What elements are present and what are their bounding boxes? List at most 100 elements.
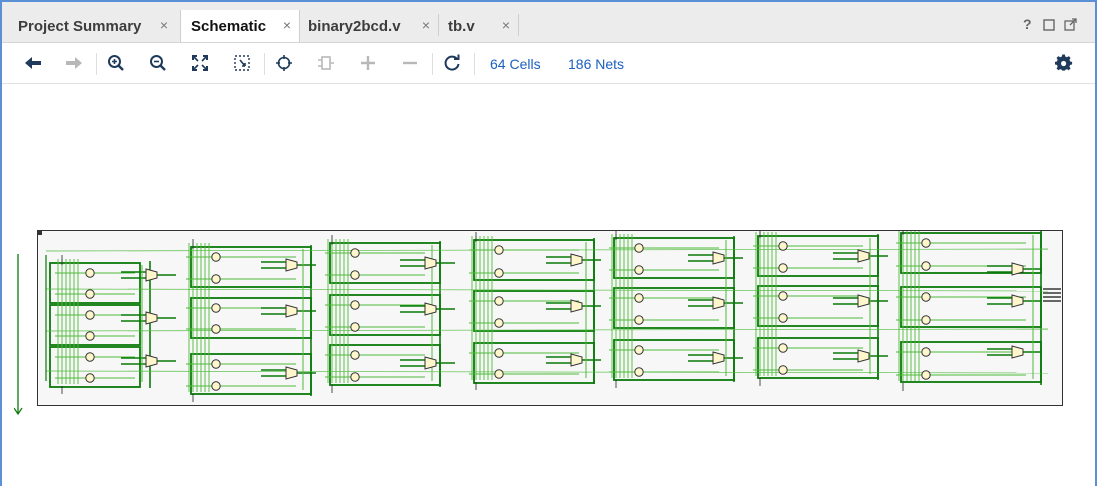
mux-cell	[145, 311, 158, 325]
inverter-cell	[350, 372, 360, 382]
inverter-cell	[85, 310, 95, 320]
inverter-cell	[211, 252, 221, 262]
inverter-cell	[350, 350, 360, 360]
close-icon[interactable]: ×	[422, 17, 430, 33]
inverter-cell	[634, 315, 644, 325]
tab-label: Schematic	[191, 17, 267, 35]
external-port-wire	[14, 254, 23, 416]
zoom-out-icon[interactable]	[147, 51, 169, 75]
inverter-cell	[85, 268, 95, 278]
toolbar-divider	[474, 53, 475, 75]
restore-icon[interactable]	[1043, 18, 1055, 34]
inverter-cell	[778, 343, 788, 353]
close-icon[interactable]: ×	[502, 17, 510, 33]
port-marker	[38, 231, 42, 235]
inverter-cell	[634, 293, 644, 303]
net-wire	[329, 242, 441, 284]
inverter-cell	[778, 313, 788, 323]
toolbar-divider	[96, 53, 97, 75]
mux-cell	[712, 251, 725, 265]
help-icon[interactable]: ?	[1023, 16, 1032, 32]
expand-icon[interactable]	[357, 51, 379, 75]
mux-cell	[145, 354, 158, 368]
zoom-area-icon[interactable]	[231, 51, 253, 75]
inverter-cell	[494, 318, 504, 328]
inverter-cell	[350, 322, 360, 332]
mux-cell	[424, 256, 437, 270]
tab-divider	[518, 14, 519, 36]
inverter-cell	[211, 303, 221, 313]
close-icon[interactable]: ×	[160, 17, 168, 33]
settings-gear-icon[interactable]	[1053, 51, 1075, 75]
forward-arrow-icon[interactable]	[63, 51, 85, 75]
inverter-cell	[211, 274, 221, 284]
inverter-cell	[494, 296, 504, 306]
netlist-drawing	[38, 231, 1061, 402]
net-wire	[45, 248, 1049, 252]
select-icon[interactable]	[273, 51, 295, 75]
inverter-cell	[921, 347, 931, 357]
mux-cell	[285, 304, 298, 318]
collapse-icon[interactable]	[399, 51, 421, 75]
tab-bar: Project Summary × Schematic × binary2bcd…	[2, 2, 1095, 43]
inverter-cell	[85, 331, 95, 341]
inverter-cell	[494, 245, 504, 255]
inverter-cell	[494, 369, 504, 379]
inverter-cell	[921, 292, 931, 302]
inverter-cell	[494, 348, 504, 358]
inverter-cell	[778, 263, 788, 273]
net-wire	[45, 370, 1049, 374]
mux-cell	[857, 349, 870, 363]
tab-schematic[interactable]: Schematic ×	[180, 10, 300, 42]
back-arrow-icon[interactable]	[22, 51, 44, 75]
inverter-cell	[211, 324, 221, 334]
net-wire	[49, 262, 141, 304]
toolbar-divider	[264, 53, 265, 75]
inverter-cell	[211, 359, 221, 369]
inverter-cell	[350, 300, 360, 310]
inverter-cell	[634, 265, 644, 275]
mux-cell	[570, 299, 583, 313]
nets-count-link[interactable]: 186 Nets	[568, 56, 624, 72]
zoom-in-icon[interactable]	[105, 51, 127, 75]
mux-cell	[424, 356, 437, 370]
schematic-toolbar: 64 Cells 186 Nets	[2, 43, 1095, 84]
net-wire	[49, 304, 141, 346]
schematic-diagram[interactable]	[37, 230, 1063, 406]
inverter-cell	[634, 345, 644, 355]
refresh-icon[interactable]	[441, 51, 463, 75]
close-icon[interactable]: ×	[283, 17, 291, 33]
net-wire	[329, 294, 441, 336]
inverter-cell	[494, 268, 504, 278]
inverter-cell	[921, 238, 931, 248]
inverter-cell	[85, 373, 95, 383]
inverter-cell	[778, 241, 788, 251]
inverter-cell	[211, 381, 221, 391]
mux-cell	[285, 366, 298, 380]
inverter-cell	[634, 243, 644, 253]
mux-cell	[570, 353, 583, 367]
inverter-cell	[778, 291, 788, 301]
inverter-cell	[921, 370, 931, 380]
tab-project-summary[interactable]: Project Summary ×	[8, 10, 176, 42]
net-wire	[49, 346, 141, 388]
inverter-cell	[921, 315, 931, 325]
toolbar-divider	[432, 53, 433, 75]
mux-cell	[857, 249, 870, 263]
inverter-cell	[85, 352, 95, 362]
inverter-cell	[85, 289, 95, 299]
cell-icon[interactable]	[315, 51, 337, 75]
zoom-fit-icon[interactable]	[189, 51, 211, 75]
tab-label: Project Summary	[18, 17, 142, 35]
tab-tb[interactable]: tb.v ×	[438, 10, 518, 42]
mux-cell	[712, 351, 725, 365]
inverter-cell	[634, 367, 644, 377]
mux-cell	[857, 294, 870, 308]
net-wire	[329, 344, 441, 386]
cells-count-link[interactable]: 64 Cells	[490, 56, 541, 72]
tab-label: tb.v	[448, 17, 475, 35]
float-icon[interactable]	[1064, 18, 1077, 34]
schematic-canvas[interactable]	[4, 84, 1095, 490]
inverter-cell	[778, 365, 788, 375]
tab-binary2bcd[interactable]: binary2bcd.v ×	[298, 10, 438, 42]
